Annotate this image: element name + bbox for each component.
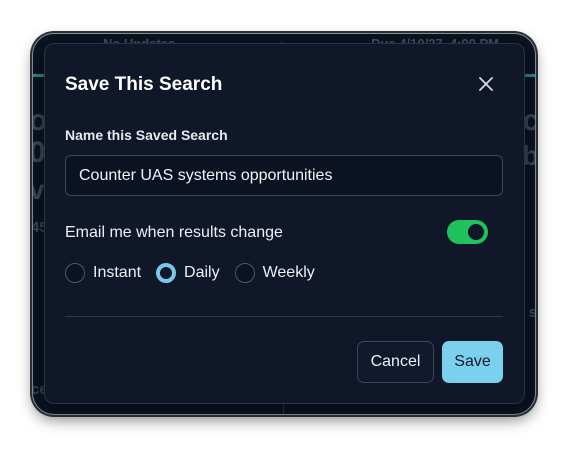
save-button[interactable]: Save xyxy=(442,341,503,383)
radio-instant[interactable]: Instant xyxy=(65,263,141,283)
name-field-label: Name this Saved Search xyxy=(65,127,228,143)
bg-peek-left-2: v xyxy=(33,174,45,206)
dialog-title: Save This Search xyxy=(65,74,223,95)
radio-button-weekly[interactable] xyxy=(234,263,255,283)
bg-peek-right-2: s xyxy=(529,304,535,321)
close-icon xyxy=(479,77,493,91)
frequency-radio-group: Instant Daily Weekly xyxy=(65,262,330,284)
save-search-dialog: Save This Search Name this Saved Search … xyxy=(44,43,525,404)
radio-label-instant: Instant xyxy=(93,264,142,281)
radio-button-daily[interactable] xyxy=(156,263,177,283)
radio-button-instant[interactable] xyxy=(65,263,85,283)
radio-weekly[interactable]: Weekly xyxy=(234,263,315,283)
cancel-button[interactable]: Cancel xyxy=(357,341,434,383)
radio-daily[interactable]: Daily xyxy=(156,263,220,283)
toggle-knob xyxy=(468,224,484,240)
radio-label-weekly: Weekly xyxy=(262,264,315,281)
close-button[interactable] xyxy=(476,74,496,94)
email-toggle-label: Email me when results change xyxy=(65,224,283,241)
email-toggle[interactable] xyxy=(447,220,488,244)
radio-label-daily: Daily xyxy=(184,264,220,281)
search-name-input[interactable] xyxy=(65,155,503,196)
dialog-divider xyxy=(65,316,503,317)
